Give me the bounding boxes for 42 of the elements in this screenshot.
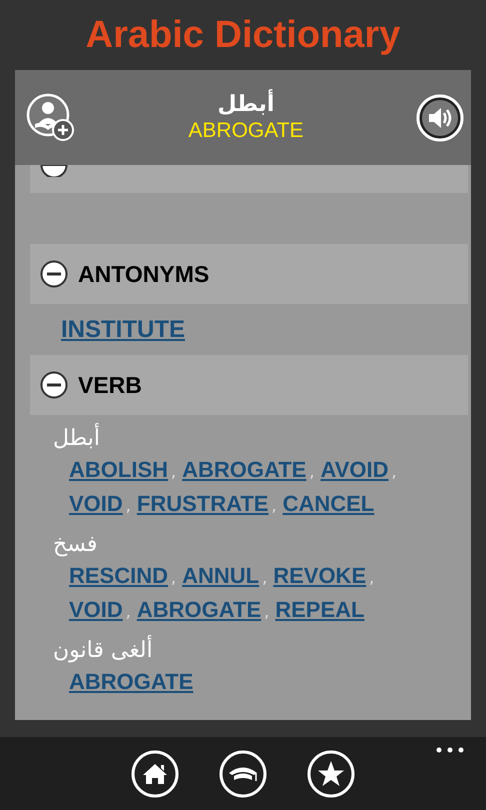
separator: , xyxy=(171,567,176,589)
word-link[interactable]: VOID xyxy=(69,489,123,519)
section-header[interactable]: ANTONYMS xyxy=(30,244,468,304)
separator: , xyxy=(369,567,374,589)
separator: , xyxy=(171,461,176,483)
arabic-meaning: أبطل xyxy=(53,423,100,455)
separator: , xyxy=(126,495,131,517)
word-link[interactable]: ABOLISH xyxy=(69,455,168,485)
separator: , xyxy=(126,601,131,623)
speaker-icon[interactable] xyxy=(414,92,465,142)
add-reader-icon[interactable] xyxy=(25,92,77,144)
word-link[interactable]: ABROGATE xyxy=(182,455,306,485)
collapse-icon[interactable] xyxy=(40,260,68,288)
star-icon[interactable] xyxy=(306,749,356,799)
word-link[interactable]: FRUSTRATE xyxy=(136,489,268,519)
arabic-meaning: فسخ xyxy=(53,531,98,559)
word-link[interactable]: VOID xyxy=(69,595,123,625)
word-link[interactable]: REVOKE xyxy=(273,561,366,591)
separator: , xyxy=(271,495,277,517)
word-link[interactable]: INSTITUTE xyxy=(61,316,185,344)
arabic-meaning: ألغى قانون xyxy=(53,635,153,667)
word-link[interactable]: RESCIND xyxy=(69,561,168,591)
word-link[interactable]: REPEAL xyxy=(275,595,364,625)
graduation-cap-icon[interactable] xyxy=(218,749,268,799)
home-icon[interactable] xyxy=(130,749,180,799)
section-title: VERB xyxy=(78,372,142,398)
section-title: ANTONYMS xyxy=(78,260,210,288)
toggle-icon[interactable] xyxy=(40,165,68,177)
section-header[interactable]: VERB xyxy=(30,355,468,415)
word-link[interactable]: CANCEL xyxy=(282,489,374,519)
collapse-icon[interactable] xyxy=(40,371,68,399)
separator: , xyxy=(262,567,268,589)
app-title: Arabic Dictionary xyxy=(86,14,400,56)
word-link[interactable]: ABROGATE xyxy=(136,595,262,625)
separator: , xyxy=(264,601,270,623)
more-icon[interactable] xyxy=(436,747,464,753)
word-link[interactable]: AVOID xyxy=(320,455,388,485)
word-link[interactable]: ANNUL xyxy=(182,561,260,591)
separator: , xyxy=(309,461,314,483)
word-link[interactable]: ABROGATE xyxy=(69,667,194,697)
separator: , xyxy=(392,461,397,483)
headword-translation: ABROGATE xyxy=(188,119,304,143)
